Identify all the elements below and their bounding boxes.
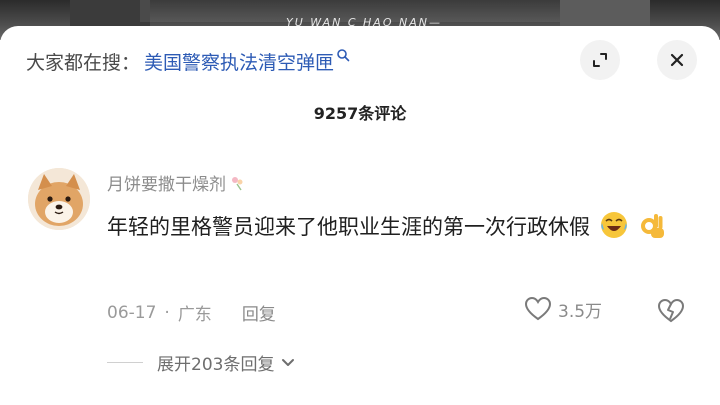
- comment-text: 年轻的里格警员迎来了他职业生涯的第一次行政休假: [107, 215, 590, 239]
- reply-button[interactable]: 回复: [242, 300, 276, 325]
- avatar[interactable]: [28, 168, 90, 230]
- broken-heart-icon: [657, 298, 685, 323]
- expand-button[interactable]: [580, 40, 620, 80]
- bouquet-icon: [232, 176, 243, 190]
- divider-line: [107, 362, 143, 363]
- expand-replies-label: 展开203条回复: [157, 355, 275, 375]
- comment-location: 广东: [177, 305, 212, 325]
- comment-meta: 06-17 · 广东 回复: [107, 300, 276, 326]
- search-suggestion[interactable]: 大家都在搜： 美国警察执法清空弹匣: [26, 48, 350, 74]
- search-term-link[interactable]: 美国警察执法清空弹匣: [144, 48, 334, 75]
- comments-sheet: 大家都在搜： 美国警察执法清空弹匣 9257条评论 月饼要撒干燥剂 年轻的里格警…: [0, 26, 720, 405]
- like-button[interactable]: 3.5万: [524, 296, 602, 322]
- meta-separator: ·: [164, 302, 170, 323]
- comment-date: 06-17: [107, 302, 157, 323]
- search-icon: [337, 49, 350, 62]
- close-button[interactable]: [657, 40, 697, 80]
- chevron-down-icon: [282, 358, 295, 366]
- like-count: 3.5万: [558, 301, 603, 322]
- heart-icon: [524, 296, 552, 321]
- laughing-crying-emoji-icon: [600, 212, 627, 238]
- username-text: 月饼要撒干燥剂: [107, 175, 226, 195]
- close-icon: [670, 53, 684, 67]
- shiba-avatar-image: [28, 168, 90, 230]
- expand-icon: [593, 53, 607, 67]
- comment-username[interactable]: 月饼要撒干燥剂: [107, 170, 246, 195]
- search-label: 大家都在搜：: [26, 51, 141, 74]
- comment-body: 年轻的里格警员迎来了他职业生涯的第一次行政休假: [107, 208, 697, 246]
- ok-hand-emoji-icon: [641, 214, 665, 238]
- dislike-button[interactable]: [656, 298, 686, 328]
- comment-count: 9257条评论: [313, 104, 407, 123]
- expand-replies[interactable]: 展开203条回复: [107, 350, 296, 375]
